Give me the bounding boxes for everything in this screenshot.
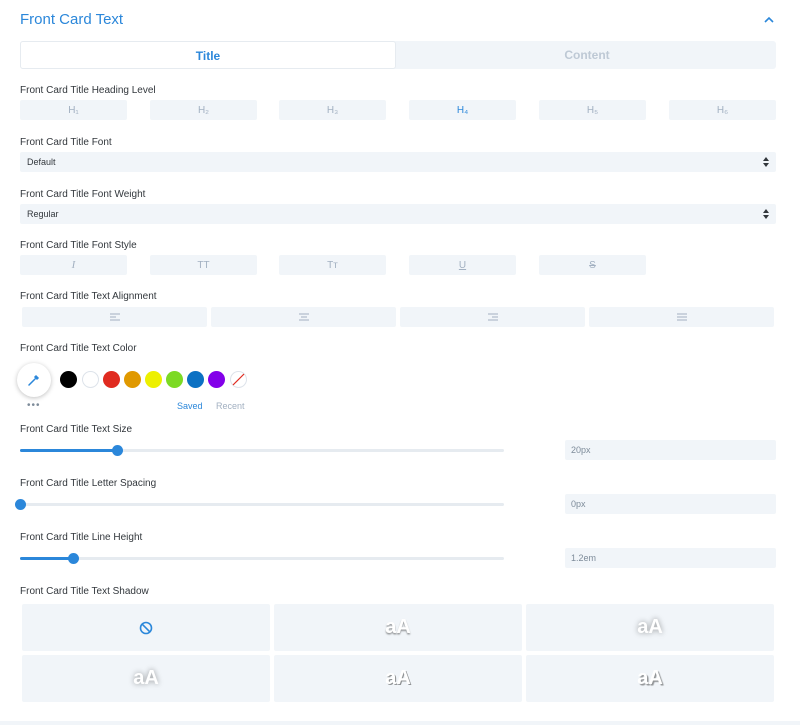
text-size-input[interactable]: 20px [565, 440, 776, 460]
font-weight-select[interactable]: Regular [20, 204, 776, 224]
slider-thumb[interactable] [15, 499, 26, 510]
strikethrough-button[interactable]: S [539, 255, 646, 275]
shadow-preview-text: aA [133, 667, 159, 689]
heading-h4-button[interactable]: H₄ [409, 100, 516, 120]
letter-spacing-slider[interactable] [15, 499, 504, 510]
slider-fill [20, 449, 117, 452]
line-height-slider[interactable] [20, 553, 504, 564]
color-swatch-purple[interactable] [208, 371, 225, 388]
line-height-label: Front Card Title Line Height [20, 532, 143, 543]
shadow-preset-2[interactable]: aA [526, 604, 774, 651]
chevron-up-icon[interactable] [762, 13, 776, 27]
align-right-button[interactable] [400, 307, 585, 327]
heading-h2-button[interactable]: H₂ [150, 100, 257, 120]
slider-fill [20, 557, 74, 560]
align-left-icon [109, 313, 120, 321]
shadow-preset-5[interactable]: aA [526, 655, 774, 702]
shadow-none-option[interactable] [22, 604, 270, 651]
font-weight-label: Front Card Title Font Weight [20, 189, 146, 200]
font-select-value: Default [27, 157, 56, 167]
capitalize-button[interactable]: Tт [279, 255, 386, 275]
color-swatch-white[interactable] [82, 371, 99, 388]
panel-divider [0, 721, 800, 725]
heading-h3-button[interactable]: H₃ [279, 100, 386, 120]
line-height-input[interactable]: 1.2em [565, 548, 776, 568]
font-label: Front Card Title Font [20, 137, 112, 148]
tab-title[interactable]: Title [20, 41, 396, 69]
align-justify-button[interactable] [589, 307, 774, 327]
select-arrows-icon [763, 209, 769, 219]
tab-bar: Title Content [20, 41, 776, 69]
text-shadow-label: Front Card Title Text Shadow [20, 586, 149, 597]
shadow-preset-4[interactable]: aA [274, 655, 522, 702]
letter-spacing-input[interactable]: 0px [565, 494, 776, 514]
italic-button[interactable]: I [20, 255, 127, 275]
color-picker-button[interactable] [17, 363, 51, 397]
heading-level-label: Front Card Title Heading Level [20, 85, 156, 96]
color-swatch-yellow[interactable] [145, 371, 162, 388]
shadow-preset-1[interactable]: aA [274, 604, 522, 651]
select-arrows-icon [763, 157, 769, 167]
no-shadow-icon [139, 621, 153, 634]
shadow-preview-text: aA [385, 667, 411, 689]
font-weight-select-value: Regular [27, 209, 59, 219]
recent-colors-tab[interactable]: Recent [216, 401, 245, 411]
no-color-swatch-icon[interactable] [230, 371, 247, 388]
heading-h1-button[interactable]: H₁ [20, 100, 127, 120]
align-justify-icon [676, 313, 687, 321]
text-color-label: Front Card Title Text Color [20, 343, 137, 354]
font-select[interactable]: Default [20, 152, 776, 172]
color-swatch-red[interactable] [103, 371, 120, 388]
shadow-preview-text: aA [637, 667, 663, 689]
shadow-preset-3[interactable]: aA [22, 655, 270, 702]
underline-button[interactable]: U [409, 255, 516, 275]
text-size-label: Front Card Title Text Size [20, 424, 133, 435]
shadow-preview-text: aA [637, 616, 663, 638]
font-style-label: Front Card Title Font Style [20, 240, 137, 251]
align-right-icon [487, 313, 498, 321]
shadow-preview-text: aA [385, 616, 411, 638]
alignment-label: Front Card Title Text Alignment [20, 291, 157, 302]
section-title[interactable]: Front Card Text [20, 11, 123, 28]
uppercase-button[interactable]: TT [150, 255, 257, 275]
align-center-button[interactable] [211, 307, 396, 327]
color-swatch-green[interactable] [166, 371, 183, 388]
letter-spacing-label: Front Card Title Letter Spacing [20, 478, 157, 489]
text-size-slider[interactable] [20, 445, 504, 456]
saved-colors-tab[interactable]: Saved [177, 401, 203, 411]
heading-h5-button[interactable]: H₅ [539, 100, 646, 120]
align-left-button[interactable] [22, 307, 207, 327]
color-swatch-blue[interactable] [187, 371, 204, 388]
color-swatch-black[interactable] [60, 371, 77, 388]
color-swatch-orange[interactable] [124, 371, 141, 388]
heading-h6-button[interactable]: H₆ [669, 100, 776, 120]
more-colors-icon[interactable]: ••• [27, 400, 41, 411]
slider-thumb[interactable] [68, 553, 80, 564]
align-center-icon [298, 313, 309, 321]
slider-thumb[interactable] [111, 445, 123, 456]
tab-content[interactable]: Content [398, 41, 776, 69]
eyedropper-icon [28, 374, 40, 386]
